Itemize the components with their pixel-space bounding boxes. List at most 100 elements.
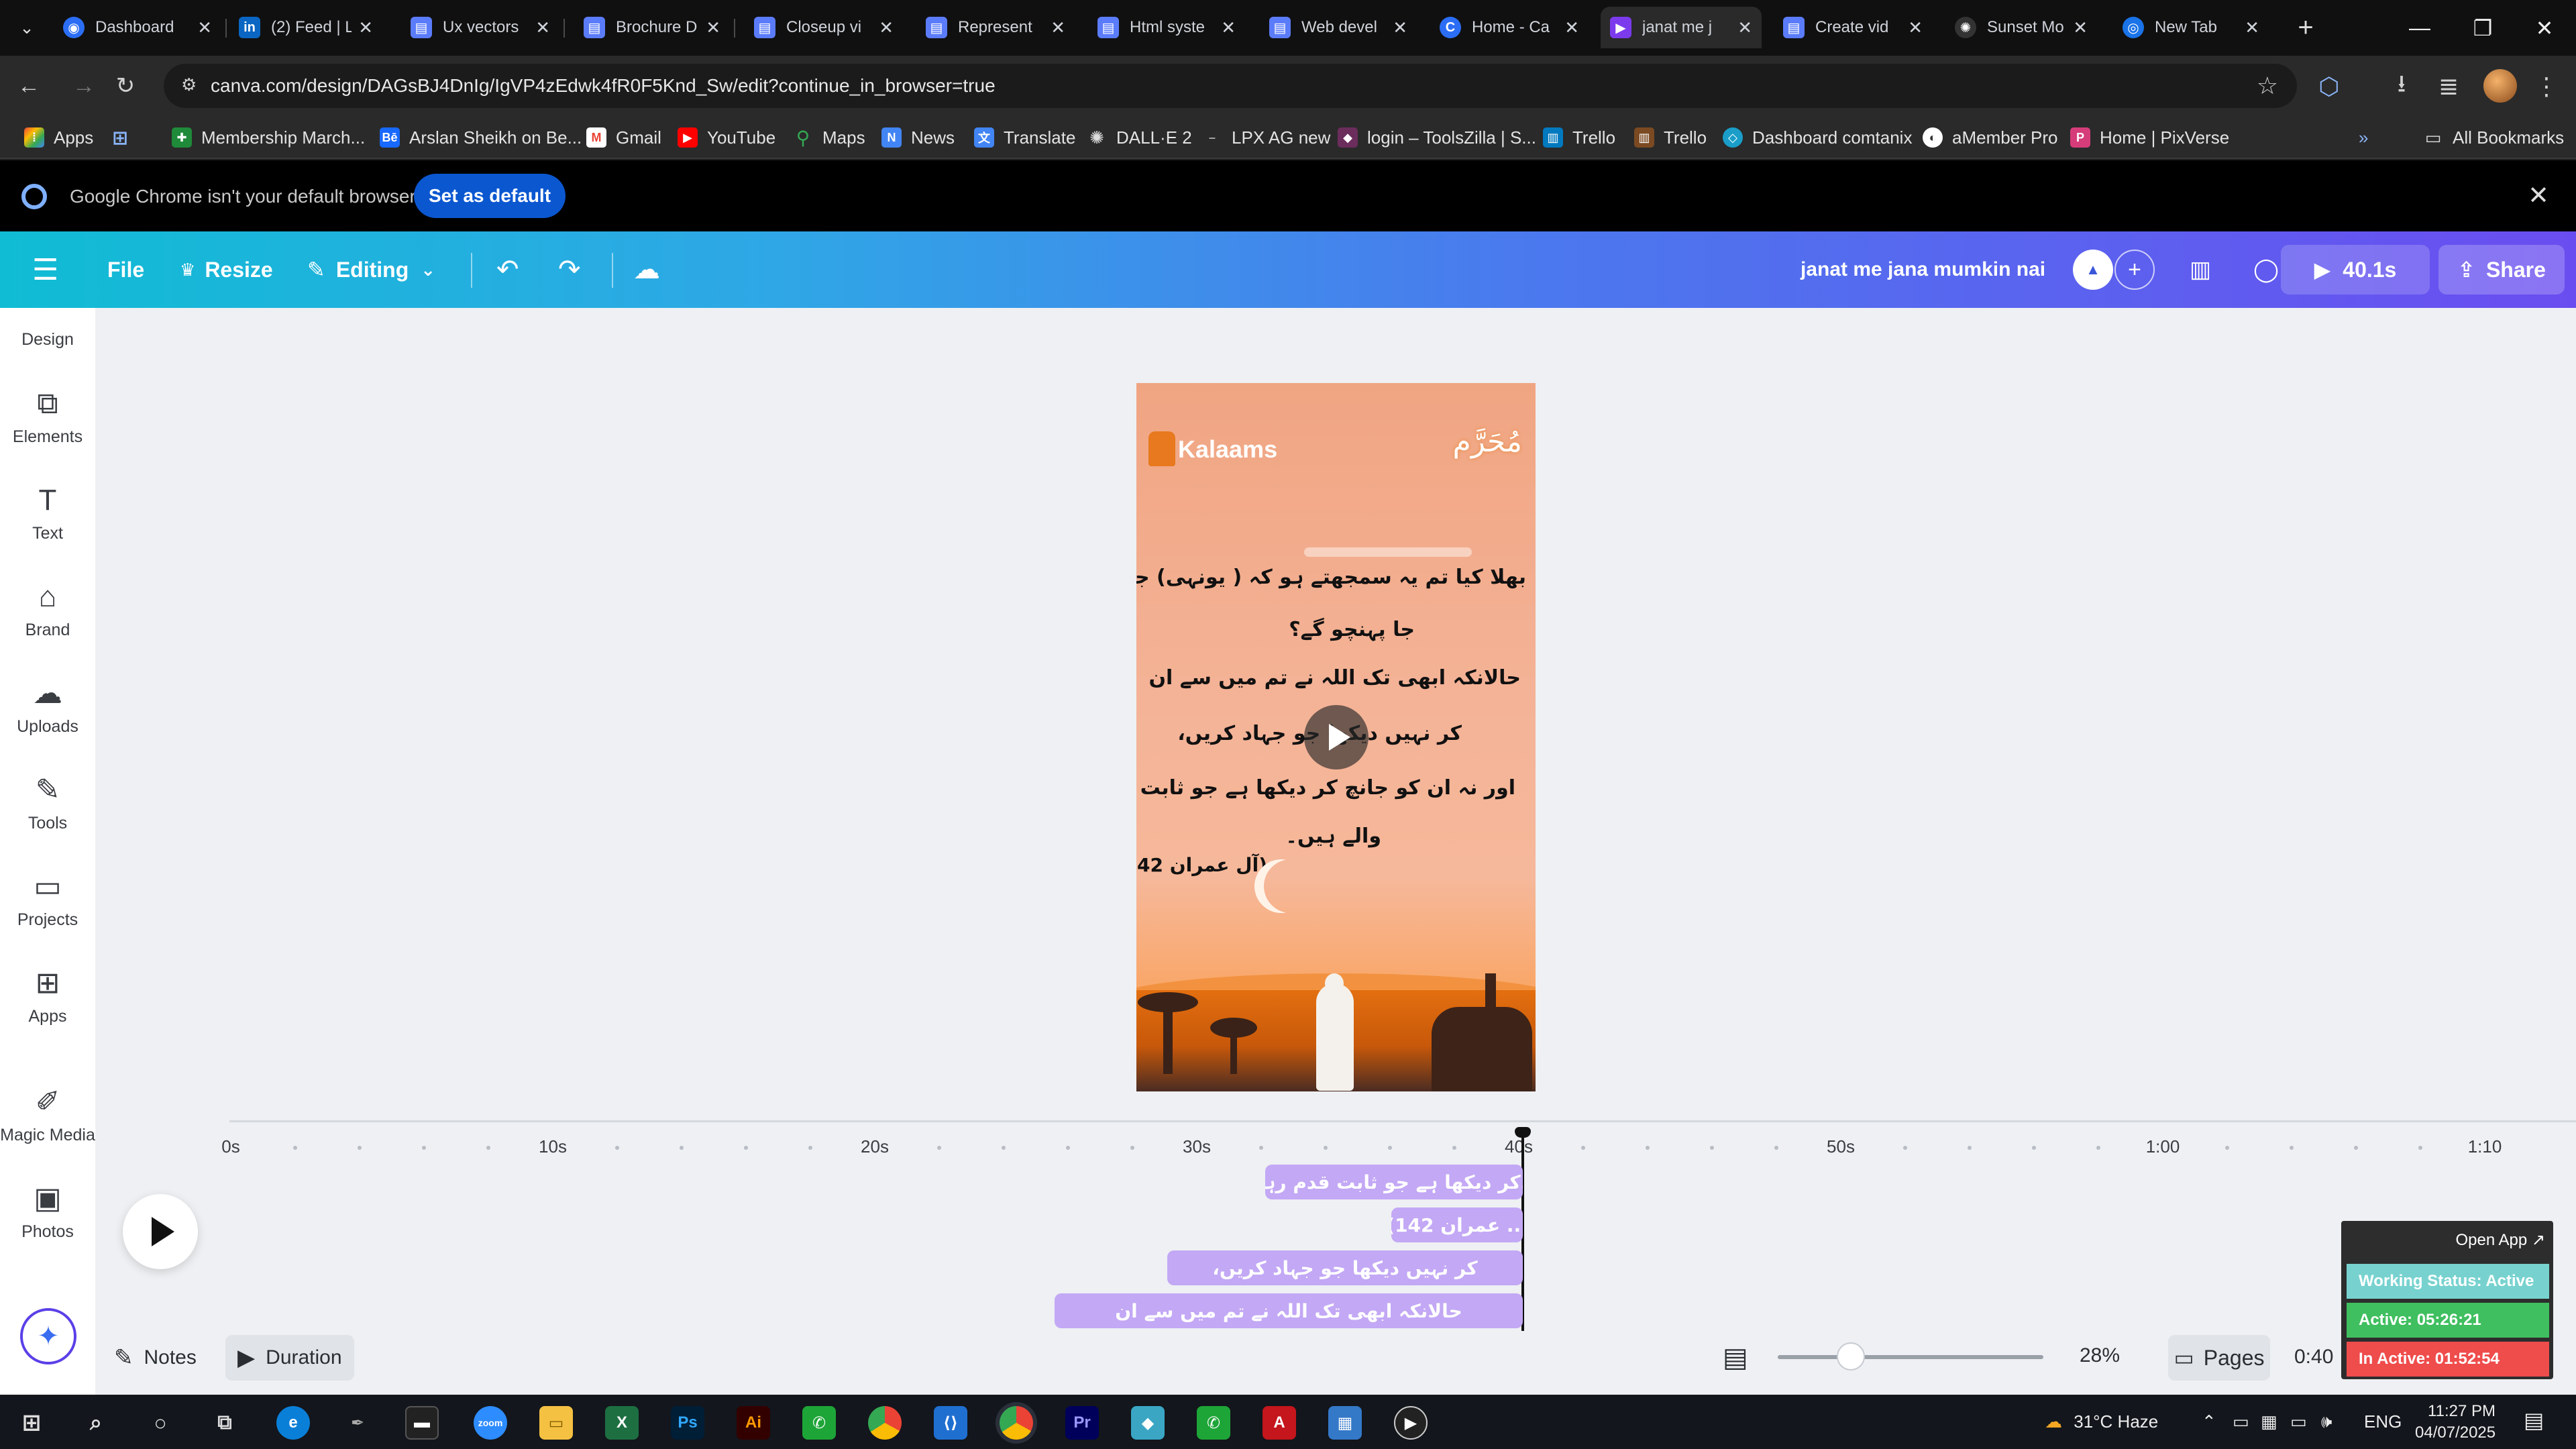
- new-tab-plus-icon[interactable]: +: [2288, 9, 2324, 46]
- resize-button[interactable]: ♛ Resize: [180, 231, 273, 308]
- bookmark-membership[interactable]: ✚ Membership March...: [172, 124, 365, 151]
- tab-close-icon[interactable]: ✕: [1908, 17, 1923, 38]
- design-canvas[interactable]: Kalaams مُحَرَّم بھلا کیا تم یہ سمجھتے ہ…: [1136, 383, 1536, 1091]
- zoom-icon[interactable]: zoom: [474, 1406, 507, 1440]
- search-icon[interactable]: ⌕: [79, 1406, 113, 1440]
- task-view-icon[interactable]: ⧉: [208, 1406, 241, 1440]
- reload-icon[interactable]: ↻: [106, 66, 145, 105]
- chrome-icon[interactable]: [868, 1406, 902, 1440]
- clock[interactable]: 11:27 PM 04/07/2025: [2415, 1401, 2496, 1444]
- bookmark-star-icon[interactable]: ☆: [2257, 72, 2278, 100]
- bookmark-pixverse[interactable]: P Home | PixVerse: [2070, 124, 2229, 151]
- close-window-icon[interactable]: ✕: [2513, 0, 2576, 56]
- extension-icon[interactable]: ⬡: [2312, 69, 2347, 104]
- redo-icon[interactable]: ↷: [558, 231, 581, 308]
- terminal-icon[interactable]: ▬: [405, 1406, 439, 1440]
- tab-linkedin-feed[interactable]: in (2) Feed | L ✕: [229, 7, 382, 48]
- zoom-percent[interactable]: 28%: [2080, 1344, 2120, 1367]
- whatsapp-desktop-icon[interactable]: ✆: [802, 1406, 836, 1440]
- tab-represent[interactable]: ▤ Represent ✕: [916, 7, 1075, 48]
- restore-icon[interactable]: ❐: [2451, 0, 2514, 56]
- insights-bar-chart-icon[interactable]: ▥: [2180, 250, 2220, 290]
- comment-icon[interactable]: ◯: [2246, 250, 2286, 290]
- vscode-icon[interactable]: ⟨⟩: [934, 1406, 967, 1440]
- meet-now-icon[interactable]: ▭: [2233, 1411, 2249, 1432]
- sidebar-item-elements[interactable]: ⧉ Elements: [0, 372, 95, 460]
- tab-close-icon[interactable]: ✕: [1393, 17, 1407, 38]
- notification-center-icon[interactable]: ▤: [2524, 1407, 2544, 1433]
- media-player-icon[interactable]: ▶: [1394, 1406, 1428, 1440]
- tab-close-icon[interactable]: ✕: [535, 17, 550, 38]
- sidebar-item-uploads[interactable]: ☁ Uploads: [0, 662, 95, 749]
- all-bookmarks-folder[interactable]: ▭ All Bookmarks: [2423, 124, 2564, 151]
- tab-sunset[interactable]: ✺ Sunset Mo ✕: [1945, 7, 2097, 48]
- tab-close-icon[interactable]: ✕: [706, 17, 720, 38]
- minimize-icon[interactable]: —: [2388, 0, 2451, 56]
- pages-button[interactable]: ▭ Pages: [2168, 1335, 2270, 1381]
- team-avatar[interactable]: ▲: [2073, 250, 2113, 290]
- cortana-icon[interactable]: ○: [144, 1406, 177, 1440]
- duration-button[interactable]: ▶ Duration: [225, 1335, 354, 1381]
- bookmark-amember[interactable]: ◐ aMember Pro: [1923, 124, 2058, 151]
- canva-ai-sparkle-icon[interactable]: ✦: [20, 1308, 76, 1364]
- tab-ux-vectors[interactable]: ▤ Ux vectors ✕: [401, 7, 559, 48]
- editing-mode-dropdown[interactable]: ✎ Editing ⌄: [307, 231, 435, 308]
- display-icon[interactable]: ▭: [2290, 1411, 2307, 1432]
- tab-close-icon[interactable]: ✕: [197, 17, 212, 38]
- bookmark-news[interactable]: N News: [881, 124, 955, 151]
- caption-clip[interactable]: ...کر دیکھا ہے جو ثابت قدم رہنے: [1265, 1165, 1523, 1199]
- photoshop-icon[interactable]: Ps: [671, 1406, 704, 1440]
- windows-start-icon[interactable]: ⊞: [15, 1406, 48, 1440]
- tab-create-video[interactable]: ▤ Create vid ✕: [1774, 7, 1932, 48]
- present-play-button[interactable]: ▶ 40.1s: [2281, 245, 2430, 294]
- premiere-icon[interactable]: Pr: [1065, 1406, 1099, 1440]
- app-diamond-icon[interactable]: ◆: [1131, 1406, 1165, 1440]
- timeline-play-button[interactable]: [123, 1194, 198, 1269]
- tab-close-icon[interactable]: ✕: [1564, 17, 1579, 38]
- chrome-active-icon[interactable]: [1000, 1406, 1033, 1440]
- undo-icon[interactable]: ↶: [496, 231, 519, 308]
- sidebar-item-design[interactable]: Design: [0, 330, 95, 350]
- address-bar[interactable]: ⚙ canva.com/design/DAGsBJ4DnIg/IgVP4zEdw…: [164, 64, 2297, 108]
- more-bookmarks-chevron-icon[interactable]: »: [2359, 124, 2368, 151]
- bookmark-youtube[interactable]: ▶ YouTube: [678, 124, 775, 151]
- excel-icon[interactable]: X: [605, 1406, 639, 1440]
- tab-dashboard[interactable]: ◉ Dashboard ✕: [54, 7, 221, 48]
- layout-view-icon[interactable]: ▤: [1723, 1335, 1748, 1381]
- caption-clip[interactable]: حالانکہ ابھی تک اللہ نے تم میں سے ان: [1055, 1293, 1523, 1328]
- weather-widget[interactable]: ☁ 31°C Haze: [2045, 1411, 2158, 1432]
- bookmark-gmail[interactable]: M Gmail: [586, 124, 661, 151]
- add-collaborator-plus-icon[interactable]: +: [2114, 250, 2155, 290]
- bookmark-maps[interactable]: ⚲ Maps: [793, 124, 865, 151]
- sidebar-item-brand[interactable]: ⌂ Brand: [0, 566, 95, 653]
- bookmark-toolszilla[interactable]: ◆ login – ToolsZilla | S...: [1338, 124, 1536, 151]
- canvas-play-button[interactable]: [1304, 705, 1368, 769]
- bookmark-behance[interactable]: Bē Arslan Sheikh on Be...: [380, 124, 582, 151]
- tab-home-canva[interactable]: C Home - Ca ✕: [1430, 7, 1589, 48]
- tab-close-icon[interactable]: ✕: [358, 17, 373, 38]
- sidebar-item-apps[interactable]: ⊞ Apps: [0, 952, 95, 1039]
- bookmark-dashboard-comtanix[interactable]: ◇ Dashboard comtanix: [1723, 124, 1912, 151]
- tray-chevron-icon[interactable]: ⌃: [2202, 1411, 2216, 1432]
- tab-close-icon[interactable]: ✕: [2245, 17, 2259, 38]
- volume-icon[interactable]: 🕪: [2321, 1411, 2332, 1433]
- site-info-icon[interactable]: ⚙: [181, 74, 204, 97]
- bookmark-apps[interactable]: ⁞ Apps: [24, 124, 93, 151]
- tab-new-tab[interactable]: ◎ New Tab ✕: [2113, 7, 2269, 48]
- zoom-slider-handle[interactable]: [1837, 1342, 1865, 1371]
- set-as-default-button[interactable]: Set as default: [414, 174, 566, 218]
- menu-hamburger-icon[interactable]: ☰: [32, 231, 58, 308]
- bookmark-translate[interactable]: 文 Translate: [974, 124, 1075, 151]
- tab-close-icon[interactable]: ✕: [1737, 17, 1752, 38]
- media-controls-icon[interactable]: ≣: [2431, 69, 2466, 104]
- tab-close-icon[interactable]: ✕: [2073, 17, 2088, 38]
- tab-janat-me-jana[interactable]: ▶ janat me j ✕: [1601, 7, 1762, 48]
- open-app-link[interactable]: Open App ↗: [2455, 1230, 2545, 1250]
- tab-closeup[interactable]: ▤ Closeup vi ✕: [745, 7, 903, 48]
- tab-close-icon[interactable]: ✕: [1221, 17, 1236, 38]
- language-indicator[interactable]: ENG: [2364, 1411, 2402, 1432]
- sidebar-item-projects[interactable]: ▭ Projects: [0, 855, 95, 943]
- sidebar-item-magic-media[interactable]: ✐ Magic Media: [0, 1071, 95, 1158]
- design-title[interactable]: janat me jana mumkin nai: [1801, 231, 2045, 308]
- bookmark-trello-1[interactable]: ▥ Trello: [1543, 124, 1615, 151]
